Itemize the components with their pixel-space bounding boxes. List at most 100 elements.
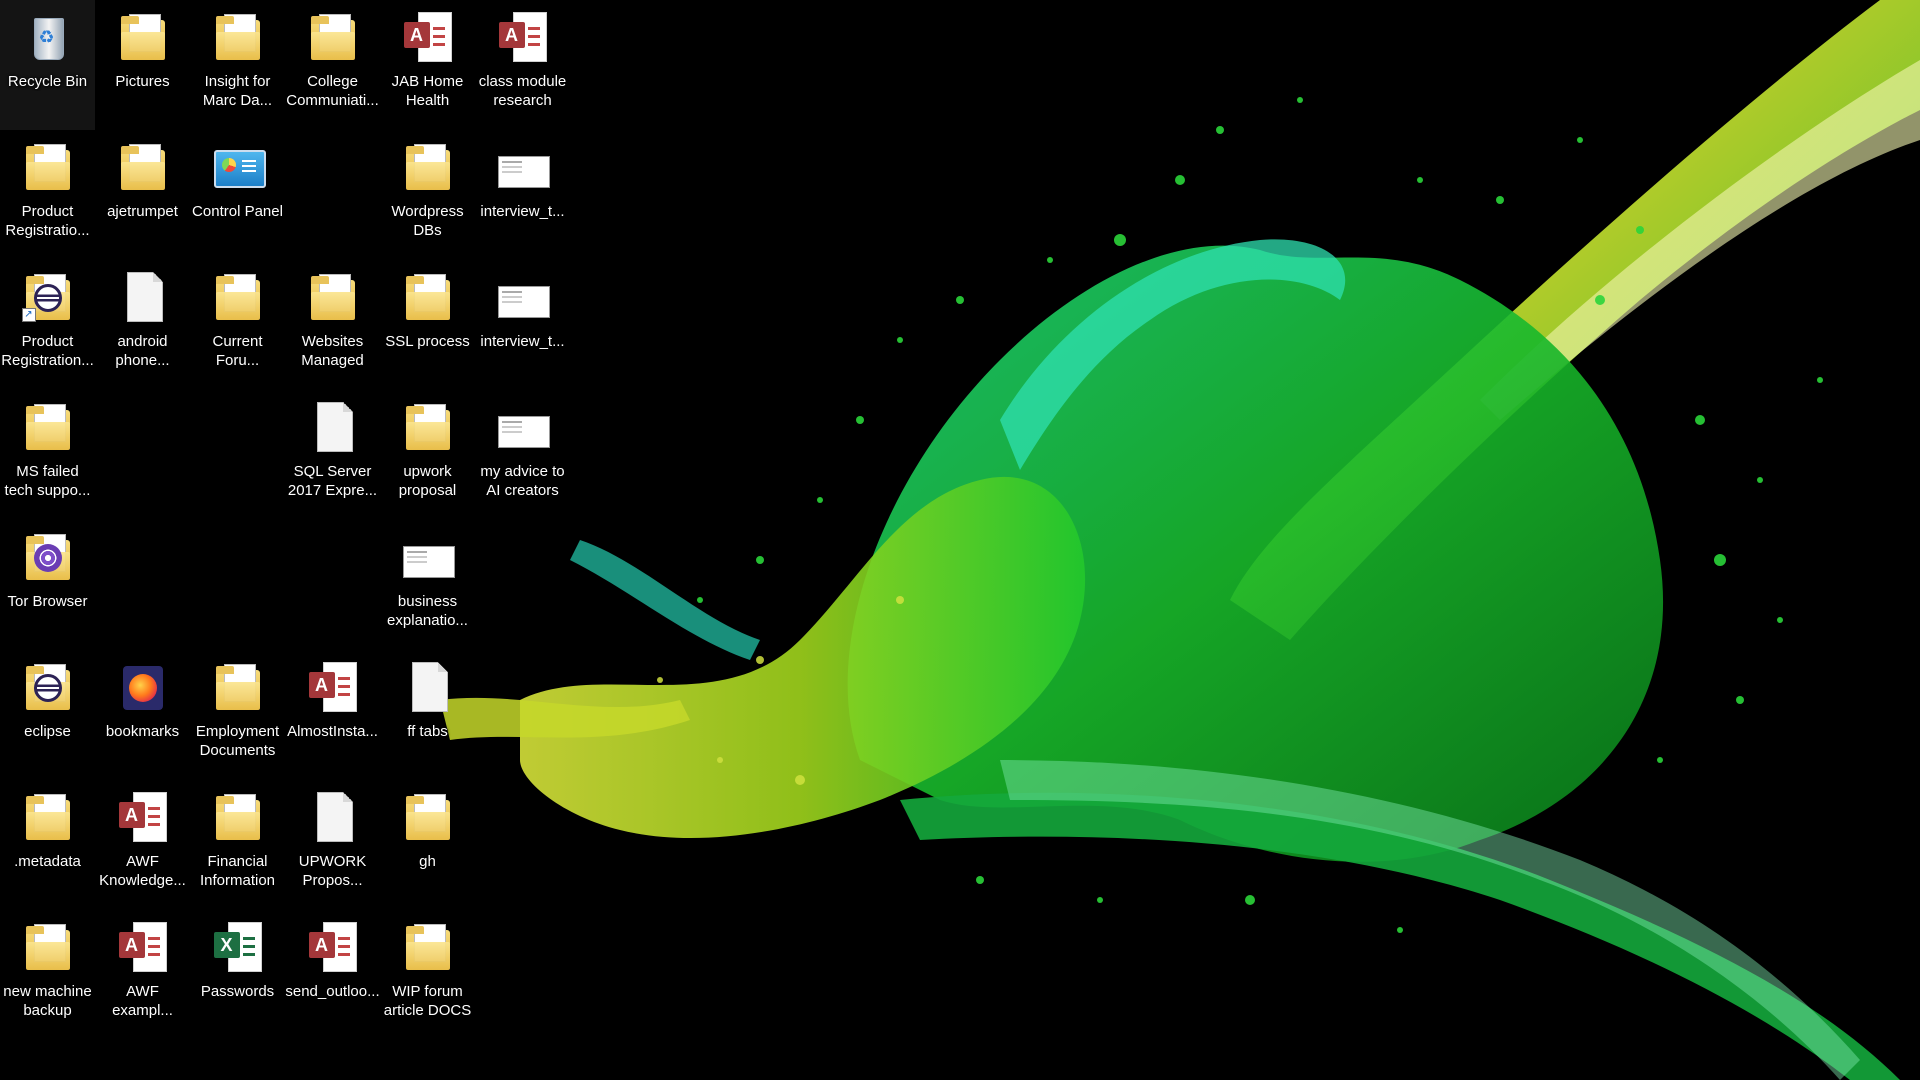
access-database-icon: A (400, 10, 456, 66)
desktop-icon-label: gh (419, 853, 436, 870)
desktop-icon-label: ff tabs (407, 723, 448, 740)
desktop-icon-metadata[interactable]: .metadata (0, 780, 95, 910)
desktop-icon-jab-home-health[interactable]: A JAB Home Health (380, 0, 475, 130)
folder-icon (400, 790, 456, 846)
desktop-icon-label: Employment Documents (195, 723, 280, 759)
desktop-icon-label: android phone... (115, 333, 170, 369)
recycle-bin-icon (20, 10, 76, 66)
desktop-icon-recycle-bin[interactable]: Recycle Bin (0, 0, 95, 130)
desktop-icon-new-machine-backup[interactable]: new machine backup (0, 910, 95, 1040)
document-icon (305, 790, 361, 846)
desktop-icon-tor-browser[interactable]: Tor Browser (0, 520, 95, 650)
folder-icon (20, 920, 76, 976)
desktop-icon-upwork-propos[interactable]: UPWORK Propos... (285, 780, 380, 910)
desktop-icon-eclipse[interactable]: eclipse (0, 650, 95, 780)
desktop-icon-label: Wordpress DBs (391, 203, 464, 239)
desktop-icon-awf-knowledge[interactable]: A AWF Knowledge... (95, 780, 190, 910)
desktop-icon-business-explanatio[interactable]: business explanatio... (380, 520, 475, 650)
desktop-icon-label: upwork proposal (398, 463, 457, 499)
desktop-icon-insight-for-marc-da[interactable]: Insight for Marc Da... (190, 0, 285, 130)
desktop-icon-wordpress-dbs[interactable]: Wordpress DBs (380, 130, 475, 260)
desktop-icon-interview-t[interactable]: interview_t... (475, 260, 570, 390)
firefox-icon (115, 660, 171, 716)
desktop-icon-my-advice-to-ai-creators[interactable]: my advice to AI creators (475, 390, 570, 520)
control-panel-icon (210, 140, 266, 196)
desktop-icon-label: Recycle Bin (7, 73, 88, 90)
desktop-icon-label: Financial Information (199, 853, 276, 889)
folder-icon (305, 270, 361, 326)
desktop-icon-label: Pictures (115, 73, 170, 90)
desktop-icon-bookmarks[interactable]: bookmarks (95, 650, 190, 780)
desktop-icon-websites-managed[interactable]: Websites Managed (285, 260, 380, 390)
desktop-icon-label: Current Foru... (212, 333, 263, 369)
desktop-icon-ssl-process[interactable]: SSL process (380, 260, 475, 390)
folder-excel-icon (210, 790, 266, 846)
desktop-icon-label: Insight for Marc Da... (202, 73, 273, 109)
desktop-icon-passwords[interactable]: X Passwords (190, 910, 285, 1040)
desktop-icon-pictures[interactable]: Pictures (95, 0, 190, 130)
desktop-icon-label: .metadata (14, 853, 81, 870)
desktop-icon-label: bookmarks (105, 723, 180, 740)
desktop-icon-upwork-proposal[interactable]: upwork proposal (380, 390, 475, 520)
desktop-icon-gh[interactable]: gh (380, 780, 475, 910)
folder-icon (400, 920, 456, 976)
desktop-icon-class-module-research[interactable]: Aclass module research (475, 0, 570, 130)
desktop-icon-financial-information[interactable]: Financial Information (190, 780, 285, 910)
desktop-icon-product-registratio[interactable]: Product Registratio... (0, 130, 95, 260)
desktop-icon-label: send_outloo... (285, 983, 380, 1000)
folder-icon (400, 140, 456, 196)
desktop-icon-label: Websites Managed (301, 333, 364, 369)
access-database-icon: A (495, 10, 551, 66)
desktop-icon-label: interview_t... (480, 333, 565, 350)
access-database-icon: A (305, 660, 361, 716)
desktop-icon-label: interview_t... (480, 203, 565, 220)
desktop-icon-label: AWF Knowledge... (99, 853, 186, 889)
desktop-icon-awf-exampl[interactable]: A AWF exampl... (95, 910, 190, 1040)
desktop: Recycle Bin Pictures Insight for Marc Da..… (0, 0, 1920, 1080)
desktop-icon-label: Product Registration... (1, 333, 94, 369)
desktop-icon-college-communiati[interactable]: College Communiati... (285, 0, 380, 130)
desktop-icon-label: UPWORK Propos... (298, 853, 367, 889)
desktop-icon-label: AWF exampl... (112, 983, 173, 1019)
desktop-icon-sql-server-2017-expre[interactable]: SQL Server 2017 Expre... (285, 390, 380, 520)
desktop-icon-ajetrumpet[interactable]: ajetrumpet (95, 130, 190, 260)
desktop-icon-send-outloo[interactable]: Asend_outloo... (285, 910, 380, 1040)
image-file-icon (495, 400, 551, 456)
desktop-icon-android-phone[interactable]: android phone... (95, 260, 190, 390)
desktop-icon-product-registration[interactable]: ↗ Product Registration... (0, 260, 95, 390)
desktop-icon-current-foru[interactable]: Current Foru... (190, 260, 285, 390)
folder-icon (115, 140, 171, 196)
desktop-icon-label: ajetrumpet (107, 203, 178, 220)
desktop-icon-almostinsta[interactable]: A AlmostInsta... (285, 650, 380, 780)
desktop-icon-label: class module research (478, 73, 567, 109)
folder-icon (400, 400, 456, 456)
desktop-icon-interview-t[interactable]: interview_t... (475, 130, 570, 260)
desktop-icon-wip-forum-article-docs[interactable]: WIP forum article DOCS (380, 910, 475, 1040)
desktop-icon-label: business explanatio... (387, 593, 468, 629)
document-icon (115, 270, 171, 326)
folder-icon (400, 270, 456, 326)
folder-word-icon (305, 10, 361, 66)
desktop-icon-employment-documents[interactable]: Employment Documents (190, 650, 285, 780)
image-file-icon (400, 530, 456, 586)
desktop-icon-label: Control Panel (192, 203, 283, 220)
eclipse-icon (20, 660, 76, 716)
desktop-icon-ff-tabs[interactable]: ff tabs (380, 650, 475, 780)
folder-icon (210, 10, 266, 66)
desktop-icon-label: WIP forum article DOCS (383, 983, 472, 1019)
desktop-icon-label: my advice to AI creators (480, 463, 565, 499)
desktop-icon-label: AlmostInsta... (287, 723, 378, 740)
desktop-icon-label: SQL Server 2017 Expre... (287, 463, 378, 499)
desktop-icon-control-panel[interactable]: Control Panel (190, 130, 285, 260)
desktop-icon-label: Tor Browser (7, 593, 88, 610)
folder-icon (20, 140, 76, 196)
desktop-icon-label: eclipse (24, 723, 71, 740)
folder-icon (210, 270, 266, 326)
folder-icon (115, 10, 171, 66)
image-file-icon (495, 140, 551, 196)
desktop-icon-label: new machine backup (3, 983, 92, 1019)
desktop-icon-label: JAB Home Health (391, 73, 464, 109)
folder-icon (20, 400, 76, 456)
desktop-icon-ms-failed-tech-suppo[interactable]: MS failed tech suppo... (0, 390, 95, 520)
access-database-icon: A (115, 920, 171, 976)
